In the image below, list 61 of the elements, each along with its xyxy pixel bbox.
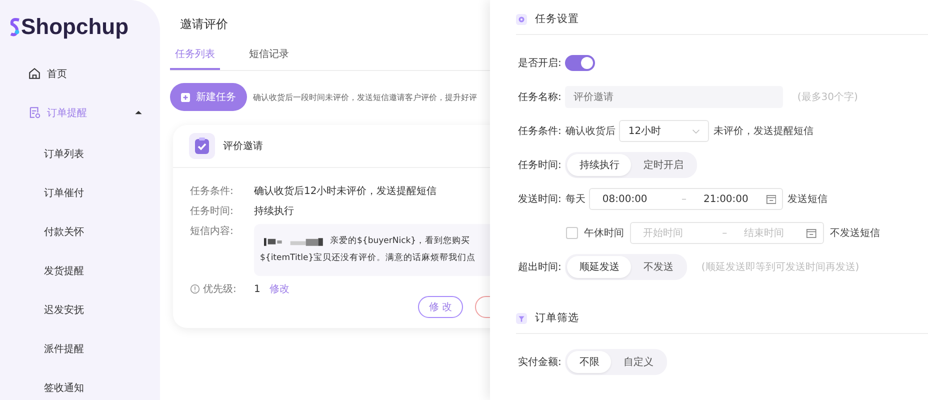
sidebar-item[interactable]: 付款关怀 — [0, 212, 160, 251]
logo-text: Shopchup — [21, 14, 129, 40]
section-title: 任务设置 — [535, 12, 579, 26]
daily-text: 每天 — [565, 193, 586, 206]
gear-icon — [516, 14, 527, 24]
segment-option[interactable]: 自定义 — [611, 351, 666, 373]
field-label: 任务条件: — [190, 185, 234, 198]
logo-mark-icon — [10, 17, 20, 37]
info-icon — [190, 284, 200, 294]
task-title: 评价邀请 — [223, 140, 263, 153]
sidebar-item[interactable]: 发货提醒 — [0, 251, 160, 290]
field-label: 是否开启: — [518, 56, 562, 70]
segment-option[interactable]: 不限 — [567, 351, 612, 373]
segment-option[interactable]: 不发送 — [631, 256, 686, 278]
field-label: 发送时间: — [518, 192, 562, 206]
hours-select[interactable]: 12小时 — [619, 120, 710, 142]
filter-icon — [516, 312, 527, 324]
field-label: 优先级: — [203, 282, 236, 296]
checkbox[interactable] — [566, 227, 578, 239]
segment-option[interactable]: 定时开启 — [631, 154, 696, 176]
sidebar-item[interactable]: 签收通知 — [0, 368, 160, 400]
note-text: (顺延发送即等到可发送时间再发送) — [701, 260, 860, 274]
time-range-field[interactable]: 08:00:00 – 21:00:00 — [589, 188, 784, 210]
field-label: 任务名称: — [518, 91, 562, 104]
toggle-switch[interactable] — [565, 55, 596, 71]
field-label: 实付金额: — [518, 356, 562, 369]
send-sms-text: 发送短信 — [787, 193, 828, 206]
calendar-icon — [766, 194, 776, 204]
field-label: 短信内容: — [190, 224, 234, 238]
field-label: 超出时间: — [518, 260, 562, 274]
sms-text: 亲爱的${buyerNick}，看到您购买 — [330, 235, 470, 248]
sidebar-item[interactable]: 派件提醒 — [0, 329, 160, 368]
priority-value: 1 — [254, 284, 260, 294]
field-value: 持续执行 — [254, 204, 294, 218]
home-icon — [28, 67, 41, 80]
chevron-down-icon — [692, 128, 700, 134]
condition-text: 确认收货后 — [565, 124, 616, 138]
sidebar-item[interactable]: 订单催付 — [0, 173, 160, 212]
field-value: 确认收货后12小时未评价，发送提醒短信 — [254, 184, 437, 198]
hint-text: 确认收货后一段时间未评价，发送短信邀请客户评价，提升好评 — [253, 92, 477, 102]
field-label: 任务时间: — [518, 158, 562, 172]
sidebar-item[interactable]: 订单列表 — [0, 134, 160, 173]
sidebar-item[interactable]: 首页 — [0, 54, 160, 93]
plus-icon — [181, 92, 190, 102]
clipboard-check-icon — [189, 133, 215, 159]
section-title: 订单筛选 — [535, 311, 579, 325]
task-name-field[interactable]: 评价邀请 — [565, 86, 784, 108]
page-title: 邀请评价 — [179, 16, 229, 33]
calendar-icon — [806, 228, 817, 238]
document-icon — [28, 106, 41, 119]
field-label: 任务时间: — [190, 204, 234, 218]
lunch-label: 午休时间 — [584, 226, 624, 240]
segment-option[interactable]: 顺延发送 — [567, 256, 632, 278]
field-label: 任务条件: — [518, 125, 562, 138]
condition-text: 未评价，发送提醒短信 — [713, 124, 814, 138]
sms-text: ${itemTitle}宝贝还没有评价。满意的话麻烦帮我们点 — [260, 252, 476, 265]
tab[interactable]: 短信记录 — [244, 41, 294, 70]
note-text: (最多30个字) — [797, 90, 858, 104]
no-sms-text: 不发送短信 — [830, 227, 880, 240]
sidebar-item[interactable]: 迟发安抚 — [0, 290, 160, 329]
segment-option[interactable]: 持续执行 — [567, 154, 632, 176]
